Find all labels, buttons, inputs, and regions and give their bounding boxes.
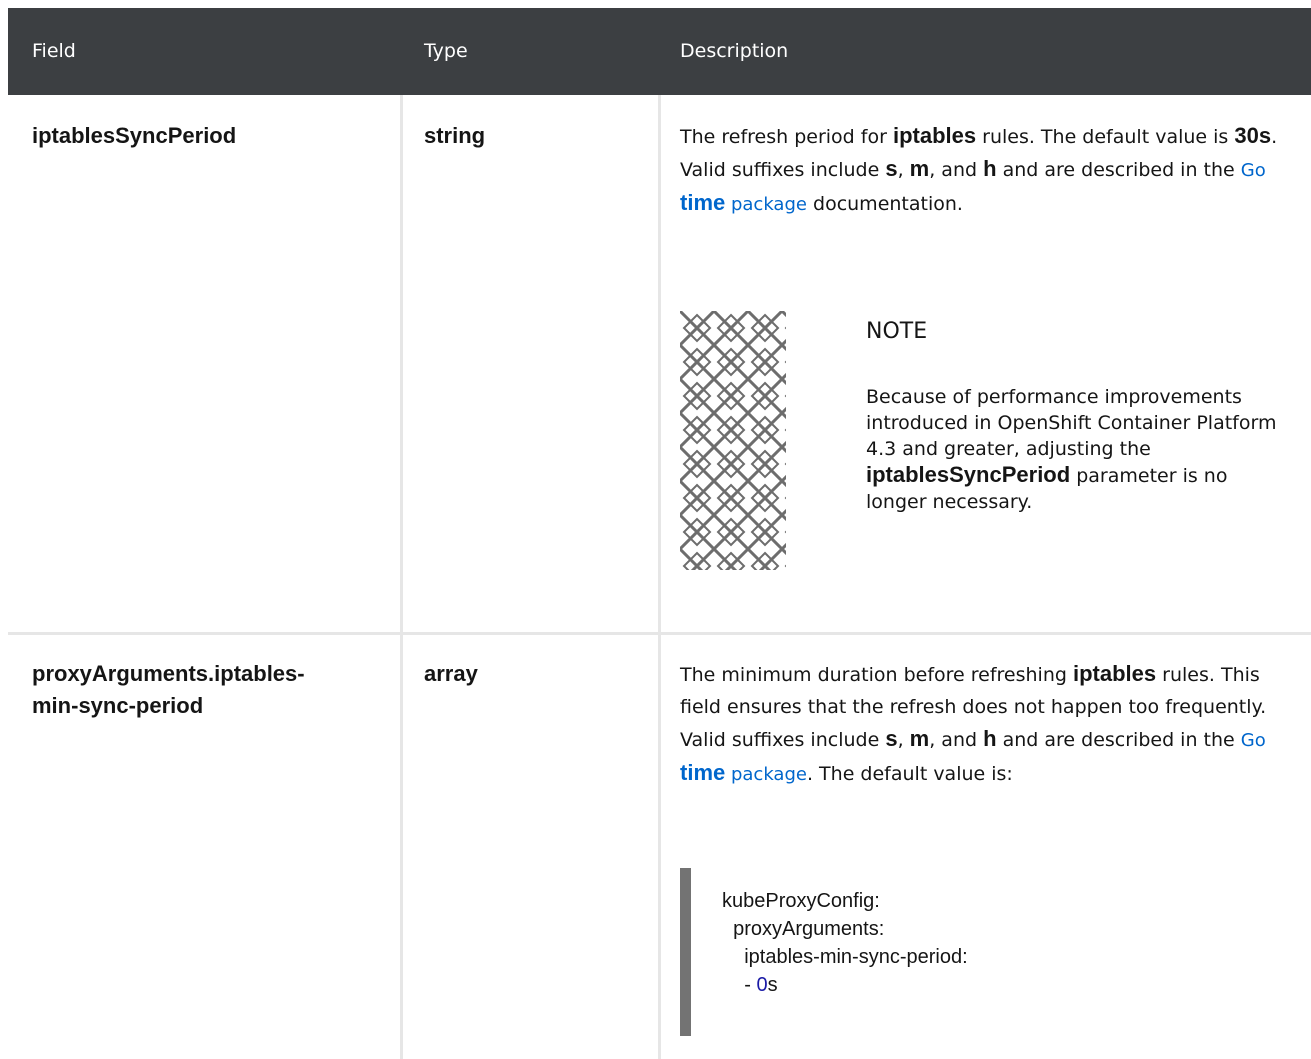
description-iptables-min-sync-period: The minimum duration before refreshing i…	[680, 661, 1267, 785]
type-array: array	[424, 661, 478, 686]
field-iptables-sync-period: iptablesSyncPeriod	[32, 123, 237, 148]
parameters-table: Field Type Description iptablesSyncPerio…	[8, 8, 1311, 1059]
header-description: Description	[680, 40, 789, 62]
note-body: Because of performance improvements intr…	[866, 386, 1277, 513]
note-icon	[680, 311, 786, 570]
field-proxy-arguments-iptables-min-sync-period: proxyArguments.iptables-min-sync-period	[32, 661, 305, 718]
column-divider	[658, 95, 661, 1059]
code-block-bar	[680, 868, 691, 1036]
description-iptables-sync-period: The refresh period for iptables rules. T…	[680, 123, 1278, 215]
table-header: Field Type Description	[8, 8, 1311, 95]
type-string: string	[424, 123, 486, 148]
row-divider	[8, 632, 1311, 635]
header-field: Field	[32, 40, 76, 62]
note-title: NOTE	[866, 319, 928, 344]
column-divider	[400, 95, 403, 1059]
code-block: kubeProxyConfig: proxyArguments: iptable…	[680, 868, 1280, 1036]
header-type: Type	[424, 40, 468, 62]
code-content: kubeProxyConfig: proxyArguments: iptable…	[722, 890, 968, 996]
